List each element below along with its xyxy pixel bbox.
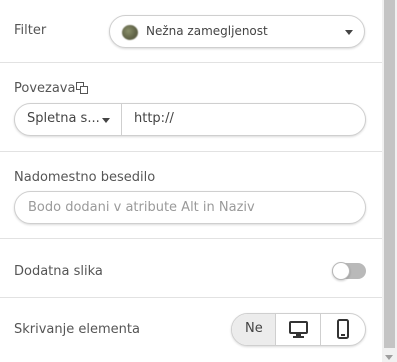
filter-section: Filter Nežna zamegljenost bbox=[0, 0, 382, 63]
vertical-scrollbar[interactable] bbox=[382, 0, 397, 362]
alt-text-section: Nadomestno besedilo Bodo dodani v atribu… bbox=[0, 152, 382, 239]
filter-select[interactable]: Nežna zamegljenost bbox=[109, 15, 365, 48]
chevron-down-icon bbox=[345, 30, 353, 35]
link-type-value: Spletna s... bbox=[27, 111, 100, 126]
desktop-icon bbox=[289, 321, 308, 338]
filter-selected-value: Nežna zamegljenost bbox=[146, 24, 268, 38]
link-url-input[interactable]: http:// bbox=[134, 111, 174, 126]
alt-text-placeholder: Bodo dodani v atribute Alt in Naziv bbox=[28, 200, 255, 215]
settings-panel: Filter Nežna zamegljenost Povezava Splet… bbox=[0, 0, 382, 362]
toggle-knob bbox=[332, 262, 350, 280]
link-section: Povezava Spletna s... http:// bbox=[0, 63, 382, 152]
copy-icon[interactable] bbox=[76, 82, 88, 94]
extra-image-toggle[interactable] bbox=[332, 262, 366, 280]
mobile-icon bbox=[337, 319, 349, 339]
alt-text-label: Nadomestno besedilo bbox=[14, 170, 156, 185]
link-input-group: Spletna s... http:// bbox=[14, 103, 366, 136]
hide-element-segmented-control: Ne bbox=[231, 313, 366, 346]
link-type-select[interactable]: Spletna s... bbox=[15, 104, 122, 135]
alt-text-input[interactable]: Bodo dodani v atribute Alt in Naziv bbox=[14, 191, 366, 224]
extra-image-label: Dodatna slika bbox=[14, 264, 103, 279]
scrollbar-thumb[interactable] bbox=[384, 0, 395, 348]
link-label: Povezava bbox=[14, 81, 76, 96]
blurred-image-thumbnail-icon bbox=[122, 25, 138, 40]
hide-element-section: Skrivanje elementa Ne bbox=[0, 298, 382, 362]
extra-image-section: Dodatna slika bbox=[0, 239, 382, 298]
hide-desktop-button[interactable] bbox=[276, 314, 321, 345]
hide-none-label: Ne bbox=[245, 321, 263, 336]
chevron-down-icon bbox=[102, 118, 110, 123]
hide-mobile-button[interactable] bbox=[321, 314, 365, 345]
scroll-down-arrow-icon[interactable] bbox=[385, 355, 393, 360]
hide-none-button[interactable]: Ne bbox=[232, 314, 276, 345]
filter-label: Filter bbox=[14, 23, 47, 38]
hide-element-label: Skrivanje elementa bbox=[14, 322, 140, 337]
